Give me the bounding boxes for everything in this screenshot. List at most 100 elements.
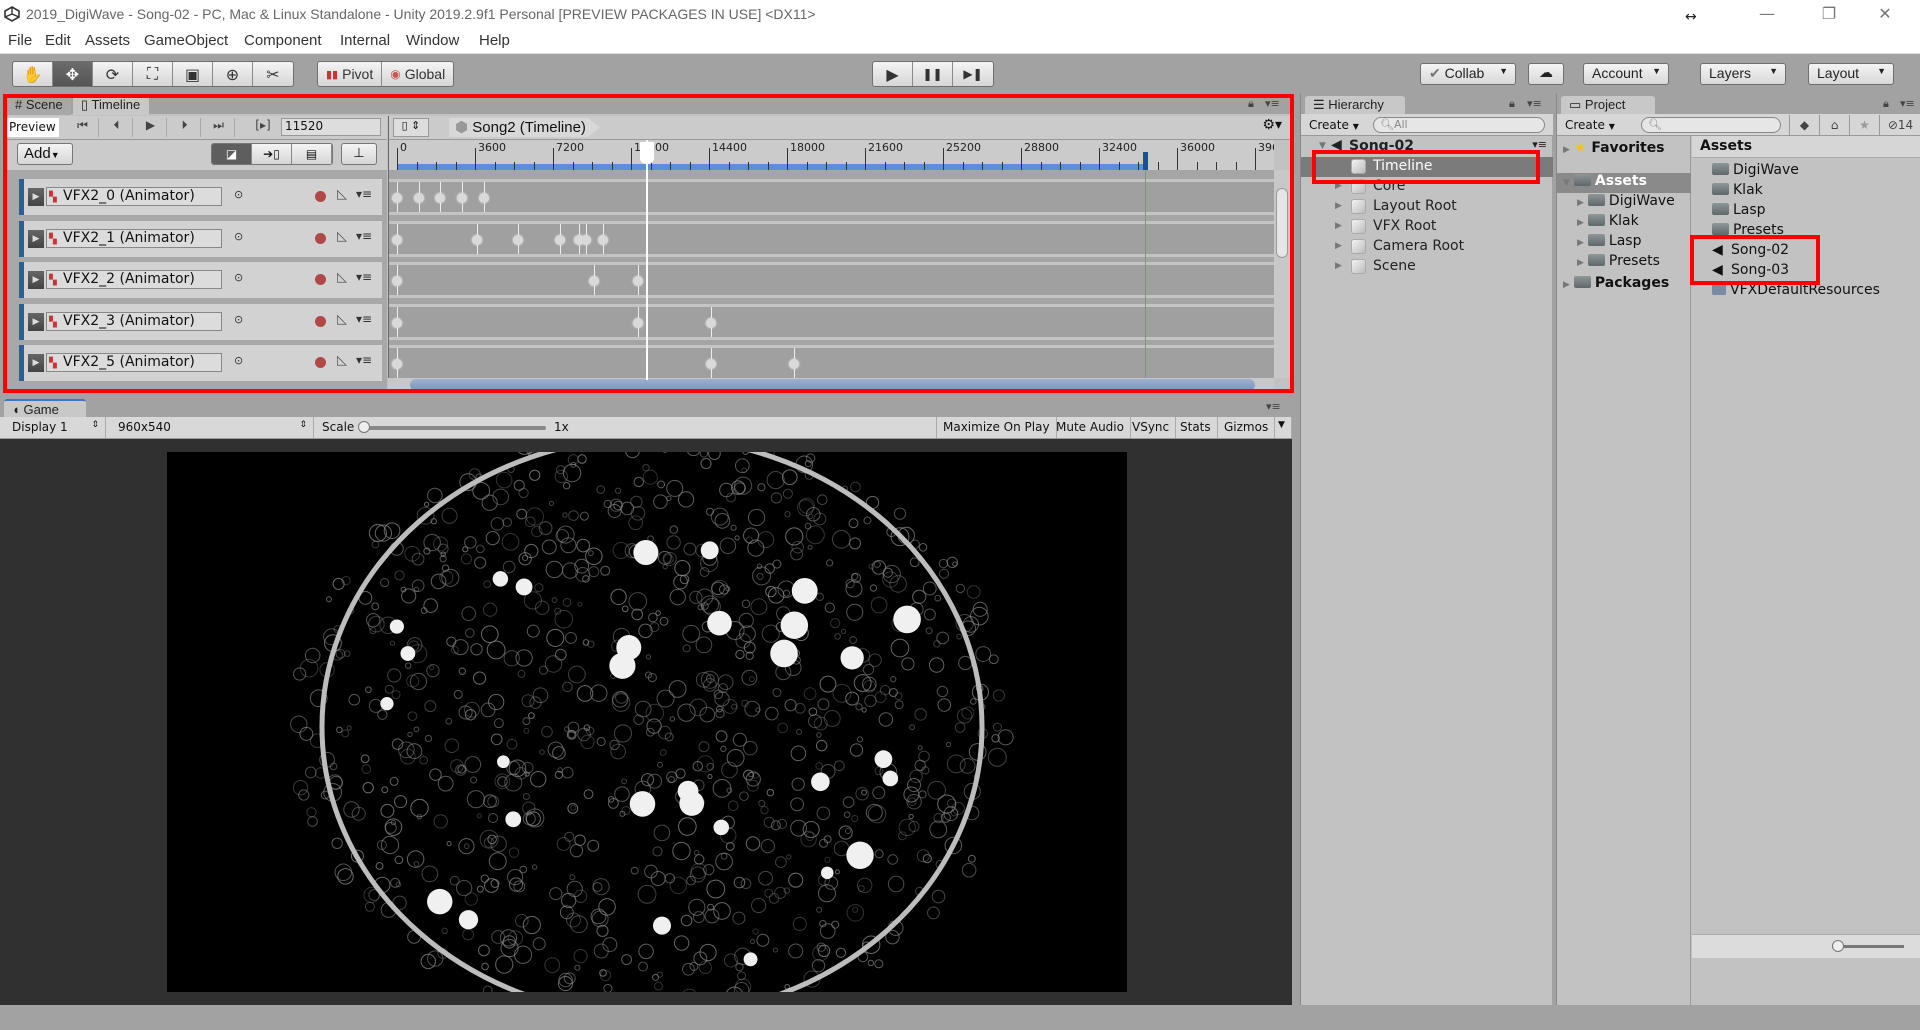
project-tree-item[interactable]: ▶ Presets <box>1557 253 1691 273</box>
transform-tool-button[interactable]: ⊕ <box>213 62 253 86</box>
icon-size-slider-knob[interactable] <box>1832 940 1844 952</box>
track-binding-field[interactable]: ▚ VFX2_2 (Animator) <box>46 270 222 289</box>
keyframe[interactable] <box>597 234 608 245</box>
preview-toggle[interactable]: Preview <box>7 118 59 137</box>
project-tree-item[interactable]: ▶ Lasp <box>1557 233 1691 253</box>
track-header[interactable]: ▶ ▚ VFX2_1 (Animator) ⊙ ◺ ▾≡ <box>19 220 382 257</box>
scale-slider[interactable] <box>364 426 546 430</box>
panel-menu-icon[interactable]: ▾≡ <box>1527 97 1542 110</box>
pause-button[interactable]: ❚❚ <box>913 62 953 86</box>
project-tree-item[interactable]: ▶ Klak <box>1557 213 1691 233</box>
scroll-thumb[interactable] <box>410 379 1255 391</box>
tab-hierarchy[interactable]: ☰ Hierarchy <box>1305 96 1405 115</box>
keyframe[interactable] <box>435 193 446 203</box>
hierarchy-search-input[interactable]: 🔍︎All <box>1373 117 1545 133</box>
expand-arrow-icon[interactable]: ▶ <box>1335 201 1342 211</box>
hierarchy-item[interactable]: ▶ Core <box>1301 177 1553 197</box>
play-button[interactable]: ▶ <box>873 62 913 86</box>
pivot-button[interactable]: ▮▮ Pivot <box>318 62 383 86</box>
panel-menu-icon[interactable]: ▾≡ <box>1900 97 1915 110</box>
lock-icon[interactable]: 🔒︎ <box>1248 97 1254 111</box>
record-icon[interactable] <box>315 357 326 368</box>
global-button[interactable]: ◉ Global <box>382 62 453 86</box>
keyframe[interactable] <box>632 317 643 328</box>
timeline-horizontal-scrollbar[interactable] <box>388 378 1274 392</box>
breadcrumb[interactable]: ⬢ Song2 (Timeline) <box>449 118 600 137</box>
mute-audio-toggle[interactable]: Mute Audio <box>1050 417 1131 438</box>
keyframe[interactable] <box>589 276 600 286</box>
keyframe[interactable] <box>392 193 402 203</box>
step-button[interactable]: ▶❚ <box>953 62 993 86</box>
snap-pin-button[interactable]: ⊥ <box>341 143 377 165</box>
track-binding-field[interactable]: ▚ VFX2_1 (Animator) <box>46 228 222 248</box>
track-play-icon[interactable]: ▶ <box>28 271 44 289</box>
tab-game[interactable]: ◖ Game <box>4 399 86 418</box>
maximize-on-play-toggle[interactable]: Maximize On Play <box>936 417 1057 438</box>
expand-arrow-icon[interactable]: ▶ <box>1335 221 1342 231</box>
custom-tool-button[interactable]: ✂ <box>253 62 293 86</box>
track-lane[interactable] <box>389 179 1274 215</box>
keyframe[interactable] <box>392 276 402 286</box>
hidden-packages-button[interactable]: ⊘14 <box>1879 115 1920 135</box>
project-tree-item[interactable]: ▶ Packages <box>1557 275 1691 295</box>
track-menu-icon[interactable]: ▾≡ <box>356 312 372 326</box>
keyframe[interactable] <box>513 234 524 245</box>
game-render[interactable] <box>167 452 1127 992</box>
track-play-icon[interactable]: ▶ <box>28 312 44 331</box>
track-menu-icon[interactable]: ▾≡ <box>356 229 372 243</box>
lock-icon[interactable]: 🔒︎ <box>1509 97 1515 111</box>
tab-timeline[interactable]: ▯ Timeline <box>73 96 149 115</box>
search-by-label-button[interactable]: ⌂ <box>1819 115 1849 135</box>
project-search-input[interactable]: 🔍︎ <box>1641 117 1781 133</box>
tab-scene[interactable]: # Scene <box>7 96 71 115</box>
asset-item[interactable]: Lasp <box>1712 202 1766 222</box>
track-lane[interactable] <box>389 262 1274 298</box>
hierarchy-item[interactable]: ▶ VFX Root <box>1301 217 1553 237</box>
hierarchy-create-button[interactable]: Create ▼ <box>1305 116 1363 134</box>
record-icon[interactable] <box>315 191 326 202</box>
play-range-button[interactable]: [▸] <box>247 118 279 137</box>
track-play-icon[interactable]: ▶ <box>28 188 44 206</box>
menu-edit[interactable]: Edit <box>45 32 71 49</box>
keyframe[interactable] <box>580 234 591 245</box>
track-menu-icon[interactable]: ▾≡ <box>356 270 372 284</box>
menu-help[interactable]: Help <box>479 32 510 49</box>
add-track-button[interactable]: Add▼ <box>17 143 73 165</box>
favorites-button[interactable]: ★ <box>1849 115 1879 135</box>
menu-gameobject[interactable]: GameObject <box>144 32 228 49</box>
menu-component[interactable]: Component <box>244 32 322 49</box>
minimize-button[interactable]: — <box>1744 0 1790 30</box>
keyframe[interactable] <box>632 276 643 286</box>
expand-arrow-icon[interactable]: ▶ <box>1335 241 1342 251</box>
expand-arrow-icon[interactable]: ▶ <box>1335 181 1342 191</box>
asset-item[interactable]: DigiWave <box>1712 162 1799 182</box>
track-lane[interactable] <box>389 303 1274 340</box>
go-to-start-button[interactable]: ⏮ <box>67 118 99 137</box>
rotate-tool-button[interactable]: ⟳ <box>93 62 133 86</box>
curves-icon[interactable]: ◺ <box>337 187 347 202</box>
search-by-type-button[interactable]: ◆ <box>1789 115 1819 135</box>
curves-icon[interactable]: ◺ <box>337 229 347 244</box>
record-icon[interactable] <box>315 315 326 327</box>
next-frame-button[interactable]: ⏵ <box>169 118 201 137</box>
time-ruler[interactable]: 0360072001080014400180002160025200288003… <box>388 140 1274 170</box>
track-lane[interactable] <box>389 220 1274 257</box>
keyframe[interactable] <box>392 359 402 369</box>
hierarchy-item[interactable]: ▶ Camera Root <box>1301 237 1553 257</box>
scroll-thumb[interactable] <box>1276 188 1288 258</box>
object-picker-icon[interactable]: ⊙ <box>234 230 243 243</box>
layout-dropdown[interactable]: Layout ▼ <box>1808 63 1894 85</box>
gear-icon[interactable]: ⚙▾ <box>1262 117 1282 133</box>
expand-arrow-icon[interactable]: ▶ <box>1563 145 1570 155</box>
object-picker-icon[interactable]: ⊙ <box>234 271 243 284</box>
panel-menu-icon[interactable]: ▾≡ <box>1265 97 1280 110</box>
keyframe[interactable] <box>554 234 565 245</box>
keyframe[interactable] <box>788 359 799 369</box>
record-icon[interactable] <box>315 274 326 285</box>
prev-frame-button[interactable]: ⏴ <box>101 118 133 137</box>
current-frame-field[interactable]: 11520 <box>281 118 381 136</box>
object-picker-icon[interactable]: ⊙ <box>234 188 243 201</box>
scale-slider-knob[interactable] <box>358 421 370 433</box>
timeline-selector[interactable]: ▯ ⇕ <box>393 118 429 137</box>
gizmos-toggle[interactable]: Gizmos <box>1218 417 1276 438</box>
